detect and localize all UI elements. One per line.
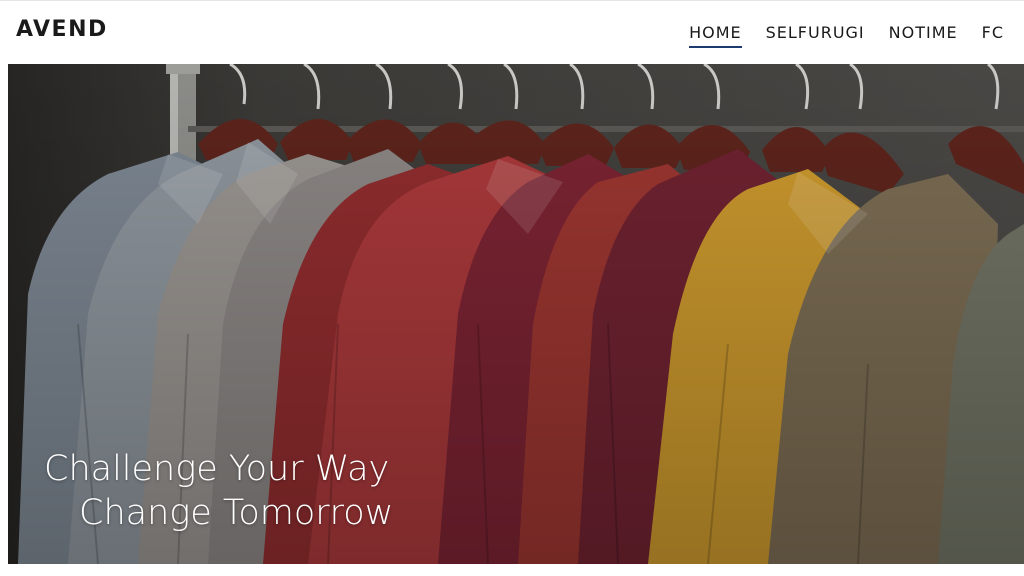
nav-notime[interactable]: NOTIME bbox=[889, 23, 958, 48]
nav-fc[interactable]: FC bbox=[982, 23, 1004, 48]
nav-selfurugi[interactable]: SELFURUGI bbox=[766, 23, 865, 48]
hero-tagline: Challenge Your Way Change Tomorrow bbox=[44, 447, 393, 535]
site-logo[interactable]: AVEND bbox=[16, 17, 108, 42]
tagline-line-1: Challenge Your Way bbox=[44, 449, 390, 489]
main-nav: HOME SELFURUGI NOTIME FC bbox=[689, 23, 1004, 48]
nav-home[interactable]: HOME bbox=[689, 23, 742, 48]
tagline-line-2: Change Tomorrow bbox=[79, 493, 394, 533]
hero-banner: Challenge Your Way Change Tomorrow bbox=[8, 64, 1024, 564]
top-navigation-bar: AVEND HOME SELFURUGI NOTIME FC bbox=[0, 0, 1024, 64]
